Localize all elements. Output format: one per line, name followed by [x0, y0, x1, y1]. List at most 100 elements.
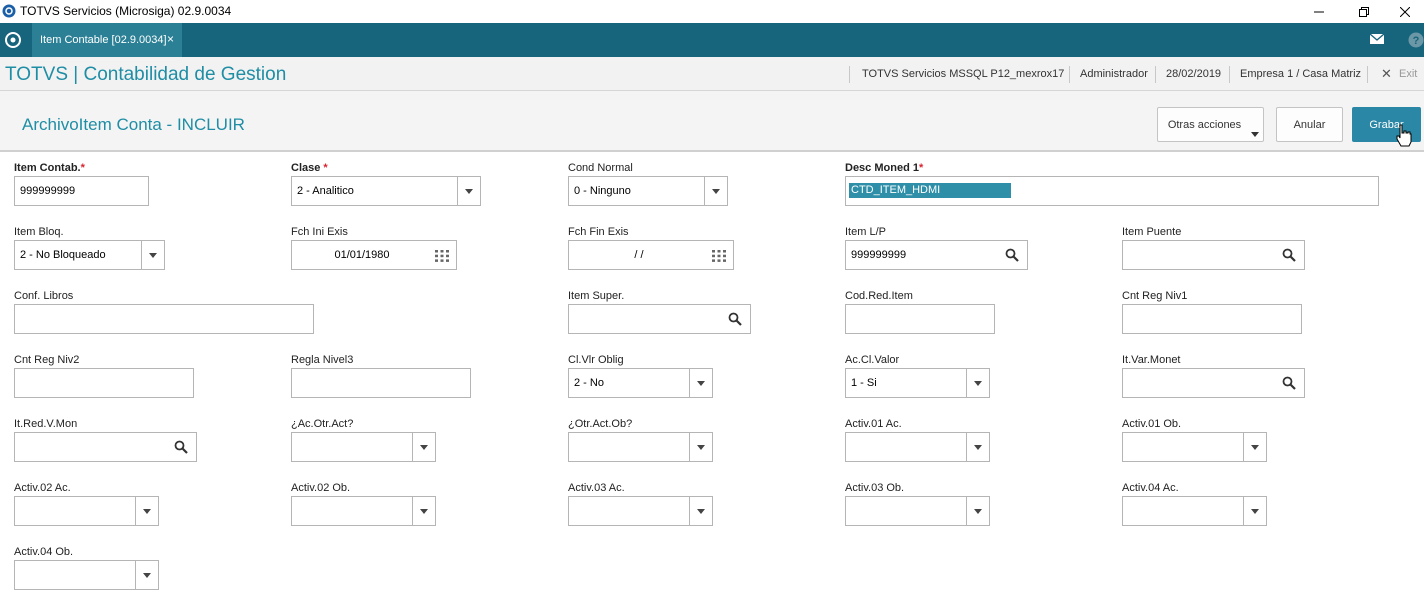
activ03-ac-select[interactable] [568, 496, 713, 526]
chevron-down-icon[interactable] [704, 177, 727, 205]
chevron-down-icon[interactable] [141, 241, 164, 269]
item-puente-input[interactable] [1122, 240, 1305, 270]
cnt-reg-niv2-input[interactable] [14, 368, 194, 398]
activ02-ac-label: Activ.02 Ac. [14, 482, 71, 494]
svg-text:?: ? [1413, 35, 1420, 47]
exit-button[interactable]: Exit [1399, 68, 1417, 80]
totvs-logo-icon [2, 4, 16, 18]
tab-bar: Item Contable [02.9.0034] × ? [0, 23, 1424, 57]
activ03-ob-label: Activ.03 Ob. [845, 482, 905, 494]
it-var-monet-input[interactable] [1122, 368, 1305, 398]
desc-moned1-value: CTD_ITEM_HDMI [849, 183, 1011, 198]
fch-fin-exis-label: Fch Fin Exis [568, 226, 629, 238]
item-contab-label: Item Contab.* [14, 162, 85, 174]
item-super-input[interactable] [568, 304, 751, 334]
activ02-ob-select[interactable] [291, 496, 436, 526]
date-label: 28/02/2019 [1166, 68, 1222, 80]
item-lp-input[interactable]: 999999999 [845, 240, 1028, 270]
cond-normal-label: Cond Normal [568, 162, 633, 174]
activ02-ac-select[interactable] [14, 496, 159, 526]
chevron-down-icon[interactable] [412, 433, 435, 461]
activ01-ob-select[interactable] [1122, 432, 1267, 462]
otr-act-ob-label: ¿Otr.Act.Ob? [568, 418, 633, 430]
activ04-ac-select[interactable] [1122, 496, 1267, 526]
calendar-icon[interactable] [712, 250, 726, 262]
other-actions-button[interactable]: Otras acciones [1157, 107, 1264, 142]
close-window-button[interactable] [1386, 0, 1424, 23]
chevron-down-icon[interactable] [689, 369, 712, 397]
otr-act-ob-select[interactable] [568, 432, 713, 462]
cl-vlr-oblig-select[interactable]: 2 - No [568, 368, 713, 398]
search-icon[interactable] [174, 440, 188, 454]
conf-libros-input[interactable] [14, 304, 314, 334]
cod-red-item-input[interactable] [845, 304, 995, 334]
cl-vlr-oblig-label: Cl.Vlr Oblig [568, 354, 624, 366]
item-bloq-value: 2 - No Bloqueado [20, 249, 106, 261]
it-red-v-mon-label: It.Red.V.Mon [14, 418, 78, 430]
chevron-down-icon[interactable] [457, 177, 480, 205]
search-icon[interactable] [1282, 376, 1296, 390]
chevron-down-icon[interactable] [135, 497, 158, 525]
cond-normal-select[interactable]: 0 - Ninguno [568, 176, 728, 206]
mail-icon[interactable] [1370, 33, 1384, 45]
activ01-ac-label: Activ.01 Ac. [845, 418, 902, 430]
chevron-down-icon[interactable] [689, 497, 712, 525]
clase-select[interactable]: 2 - Analitico [291, 176, 481, 206]
calendar-icon[interactable] [435, 250, 449, 262]
chevron-down-icon[interactable] [412, 497, 435, 525]
ac-cl-valor-select[interactable]: 1 - Si [845, 368, 990, 398]
activ03-ob-select[interactable] [845, 496, 990, 526]
search-icon[interactable] [1282, 248, 1296, 262]
it-red-v-mon-input[interactable] [14, 432, 197, 462]
search-icon[interactable] [728, 312, 742, 326]
tab-item-contable[interactable]: Item Contable [02.9.0034] × [32, 23, 182, 57]
activ01-ac-select[interactable] [845, 432, 990, 462]
item-super-label: Item Super. [568, 290, 625, 302]
cnt-reg-niv2-label: Cnt Reg Niv2 [14, 354, 80, 366]
item-bloq-select[interactable]: 2 - No Bloqueado [14, 240, 165, 270]
it-var-monet-label: It.Var.Monet [1122, 354, 1181, 366]
ac-otr-act-select[interactable] [291, 432, 436, 462]
search-icon[interactable] [1005, 248, 1019, 262]
regla-nivel3-label: Regla Nivel3 [291, 354, 354, 366]
clase-label: Clase * [291, 162, 328, 174]
chevron-down-icon[interactable] [135, 561, 158, 589]
cnt-reg-niv1-input[interactable] [1122, 304, 1302, 334]
tab-close-icon[interactable]: × [167, 32, 174, 46]
chevron-down-icon[interactable] [966, 497, 989, 525]
cod-red-item-label: Cod.Red.Item [845, 290, 913, 302]
header-divider [1155, 66, 1156, 83]
window-titlebar: TOTVS Servicios (Microsiga) 02.9.0034 [0, 0, 1424, 23]
environment-label: TOTVS Servicios MSSQL P12_mexrox17 [862, 68, 1065, 80]
fch-fin-exis-input[interactable]: / / [568, 240, 734, 270]
exit-icon[interactable]: ✕ [1381, 66, 1392, 82]
chevron-down-icon[interactable] [689, 433, 712, 461]
company-label: Empresa 1 / Casa Matriz [1240, 68, 1362, 80]
cancel-button[interactable]: Anular [1276, 107, 1343, 142]
cl-vlr-oblig-value: 2 - No [574, 377, 604, 389]
header-divider [1367, 66, 1368, 83]
activ04-ob-select[interactable] [14, 560, 159, 590]
chevron-down-icon[interactable] [966, 433, 989, 461]
ac-otr-act-label: ¿Ac.Otr.Act? [291, 418, 354, 430]
restore-button[interactable] [1341, 0, 1387, 23]
chevron-down-icon[interactable] [1243, 433, 1266, 461]
fch-ini-exis-value: 01/01/1980 [334, 249, 390, 261]
form-toolbar: ArchivoItem Conta - INCLUIR Otras accion… [0, 91, 1424, 152]
close-icon [1400, 6, 1410, 17]
minimize-button[interactable] [1296, 0, 1342, 23]
chevron-down-icon[interactable] [1243, 497, 1266, 525]
desc-moned1-input[interactable]: CTD_ITEM_HDMI [845, 176, 1379, 206]
chevron-down-icon[interactable] [966, 369, 989, 397]
regla-nivel3-input[interactable] [291, 368, 471, 398]
chevron-down-icon [1251, 132, 1259, 137]
clase-value: 2 - Analitico [297, 185, 354, 197]
header-divider [1229, 66, 1230, 83]
fch-ini-exis-input[interactable]: 01/01/1980 [291, 240, 457, 270]
item-lp-label: Item L/P [845, 226, 886, 238]
ac-cl-valor-label: Ac.Cl.Valor [845, 354, 900, 366]
item-contab-input[interactable]: 999999999 [14, 176, 149, 206]
header-divider [1069, 66, 1070, 83]
home-icon[interactable] [4, 31, 22, 49]
help-icon[interactable]: ? [1408, 32, 1424, 48]
